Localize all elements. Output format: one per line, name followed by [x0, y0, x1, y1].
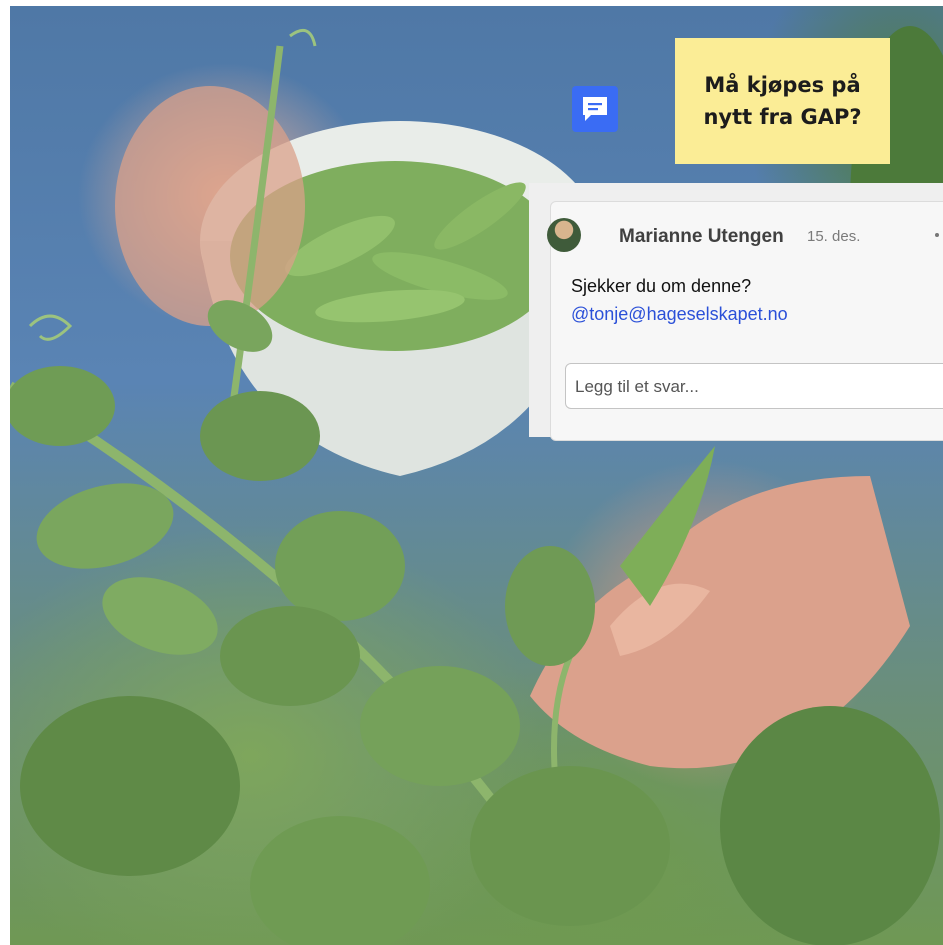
comment-mention[interactable]: @tonje@hageselskapet.no — [571, 300, 788, 328]
sticky-note-text: Må kjøpes på nytt fra GAP? — [689, 69, 875, 133]
sticky-note-line1: Må kjøpes på — [704, 73, 861, 97]
reply-input[interactable] — [573, 372, 937, 402]
comment-bubble-icon — [583, 97, 607, 121]
comment-text: Sjekker du om denne? — [571, 276, 752, 296]
comment-date: 15. des. — [807, 228, 861, 245]
comment-icon[interactable] — [572, 86, 618, 132]
reply-box[interactable] — [565, 363, 943, 409]
avatar — [547, 218, 581, 252]
sticky-note-line2: nytt fra GAP? — [703, 105, 862, 129]
comment-author: Marianne Utengen — [619, 226, 784, 247]
comment-body: Sjekker du om denne? @tonje@hageselskape… — [571, 272, 788, 328]
overflow-menu-icon[interactable] — [935, 233, 939, 237]
comment-panel: Marianne Utengen 15. des. Sjekker du om … — [529, 183, 943, 441]
sticky-note[interactable]: Må kjøpes på nytt fra GAP? — [675, 38, 890, 164]
